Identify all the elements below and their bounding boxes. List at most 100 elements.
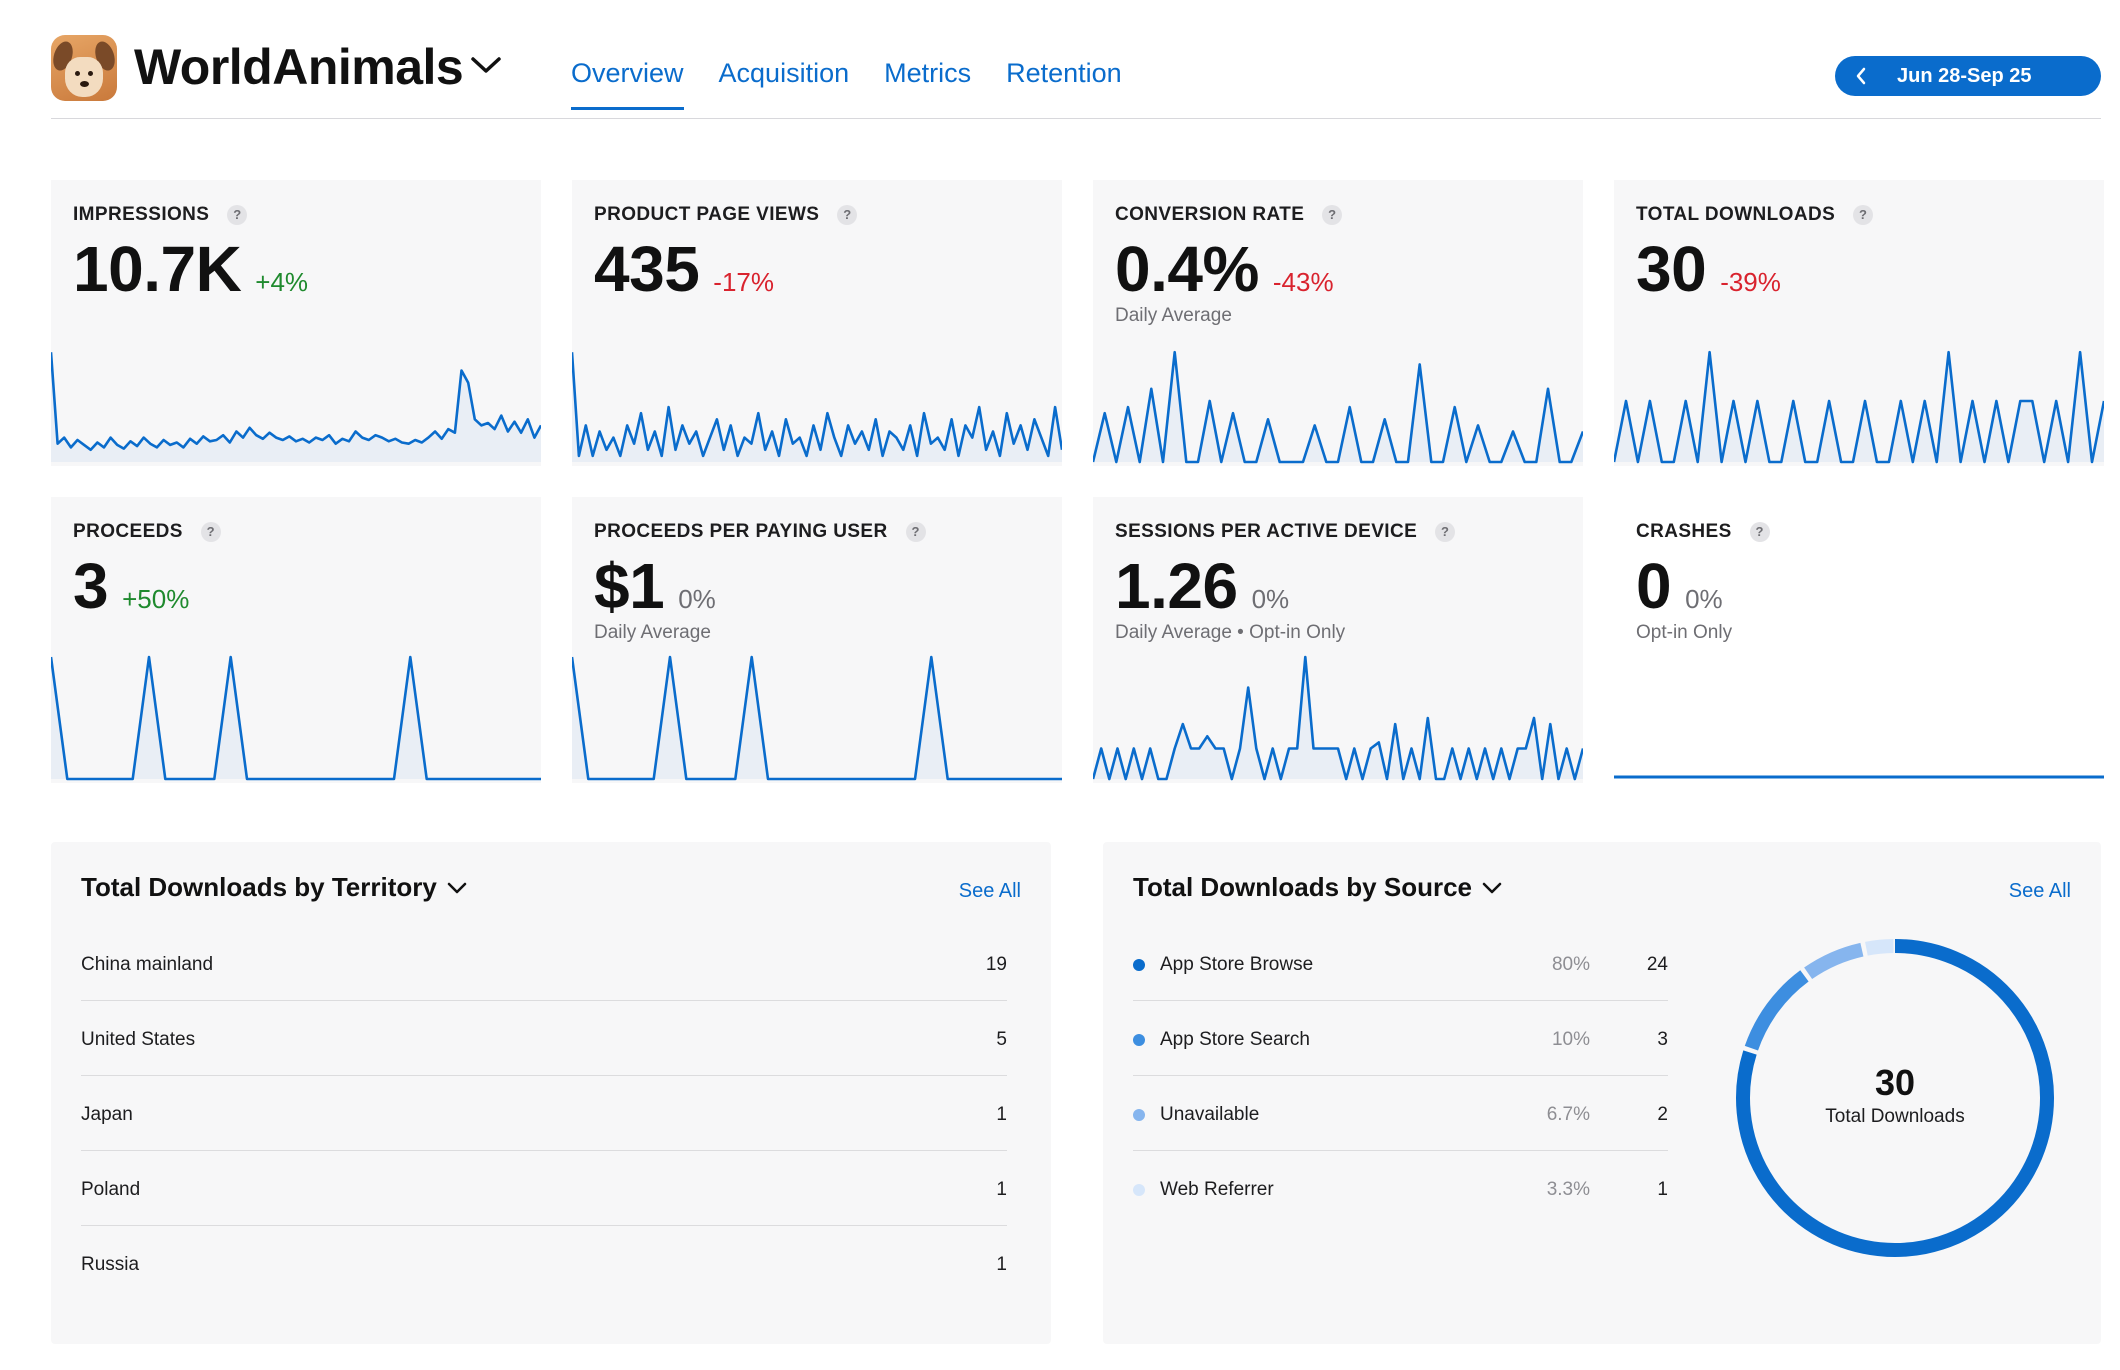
metric-value: 435 -17% xyxy=(594,233,774,305)
help-icon[interactable]: ? xyxy=(227,205,248,225)
metric-value: $1 0% xyxy=(594,550,716,622)
metric-card-proceeds-per-paying-user[interactable]: PROCEEDS PER PAYING USER? $1 0% Daily Ave… xyxy=(572,497,1062,783)
metric-subtitle: Daily Average xyxy=(1115,305,1232,326)
source-value: 1 xyxy=(1657,1179,1668,1200)
chevron-left-icon xyxy=(1856,67,1866,85)
panel-title[interactable]: Total Downloads by Source xyxy=(1133,872,1502,903)
downloads-by-source-panel: Total Downloads by Source See All App St… xyxy=(1103,842,2101,1344)
metric-title: CONVERSION RATE? xyxy=(1115,204,1343,226)
sparkline-chart xyxy=(1614,350,2104,464)
app-icon xyxy=(51,35,117,101)
chevron-down-icon xyxy=(447,882,467,893)
panel-title[interactable]: Total Downloads by Territory xyxy=(81,872,467,903)
source-name: Web Referrer xyxy=(1160,1179,1274,1200)
chevron-down-icon xyxy=(1482,882,1502,893)
source-value: 3 xyxy=(1657,1029,1668,1050)
metric-subtitle: Daily Average xyxy=(594,622,711,643)
source-name: App Store Browse xyxy=(1160,954,1314,975)
date-range-label: Jun 28-Sep 25 xyxy=(1897,65,2032,87)
list-item[interactable]: App Store Browse 80% 24 xyxy=(1133,926,1668,1001)
tab-overview[interactable]: Overview xyxy=(571,58,684,110)
metric-card-impressions[interactable]: IMPRESSIONS? 10.7K +4% xyxy=(51,180,541,466)
sparkline-area xyxy=(51,352,541,462)
territory-value: 5 xyxy=(996,1029,1007,1050)
metric-subtitle: Daily Average • Opt-in Only xyxy=(1115,622,1346,643)
territory-name: Japan xyxy=(81,1104,133,1125)
help-icon[interactable]: ? xyxy=(905,522,926,542)
metric-title: IMPRESSIONS? xyxy=(73,204,248,226)
list-item[interactable]: Japan 1 xyxy=(81,1076,1007,1151)
sparkline-area xyxy=(1093,352,1583,462)
see-all-link[interactable]: See All xyxy=(2009,880,2071,903)
territory-name: United States xyxy=(81,1029,196,1050)
metric-value: 0 0% xyxy=(1636,550,1723,622)
territory-value: 1 xyxy=(996,1254,1007,1275)
metric-change: -43% xyxy=(1272,267,1334,297)
metric-title: TOTAL DOWNLOADS? xyxy=(1636,204,1874,226)
tab-retention[interactable]: Retention xyxy=(1006,58,1122,110)
metric-card-crashes[interactable]: CRASHES? 0 0% Opt-in Only xyxy=(1614,497,2104,783)
metric-card-conversion-rate[interactable]: CONVERSION RATE? 0.4% -43% Daily Average xyxy=(1093,180,1583,466)
metric-value: 30 -39% xyxy=(1636,233,1781,305)
metric-change: -17% xyxy=(713,267,774,297)
sparkline-line xyxy=(572,352,1062,458)
territory-name: China mainland xyxy=(81,954,214,975)
donut-segment-app-store-search[interactable] xyxy=(1744,970,1809,1051)
donut-segment-web-referrer[interactable] xyxy=(1865,939,1894,956)
list-item[interactable]: Russia 1 xyxy=(81,1226,1007,1301)
tab-acquisition[interactable]: Acquisition xyxy=(719,58,850,110)
help-icon[interactable]: ? xyxy=(1853,205,1874,225)
metric-card-total-downloads[interactable]: TOTAL DOWNLOADS? 30 -39% xyxy=(1614,180,2104,466)
list-item[interactable]: App Store Search 10% 3 xyxy=(1133,1001,1668,1076)
sparkline-line xyxy=(572,655,1062,781)
metric-title: CRASHES? xyxy=(1636,521,1770,543)
metric-subtitle: Opt-in Only xyxy=(1636,622,1733,643)
legend-dot xyxy=(1133,1184,1145,1196)
sparkline-chart xyxy=(1093,655,1583,781)
metric-card-product-page-views[interactable]: PRODUCT PAGE VIEWS? 435 -17% xyxy=(572,180,1062,466)
metric-title: PROCEEDS PER PAYING USER? xyxy=(594,521,926,543)
list-item[interactable]: Poland 1 xyxy=(81,1151,1007,1226)
date-range-button[interactable]: Jun 28-Sep 25 xyxy=(1835,56,2101,96)
metric-card-sessions-per-active-device[interactable]: SESSIONS PER ACTIVE DEVICE? 1.26 0% Daily… xyxy=(1093,497,1583,783)
downloads-by-territory-panel: Total Downloads by Territory See All Chi… xyxy=(51,842,1051,1344)
nav-tabs: Overview Acquisition Metrics Retention xyxy=(571,58,1157,110)
source-value: 24 xyxy=(1646,954,1668,975)
source-name: App Store Search xyxy=(1160,1029,1310,1050)
territory-name: Poland xyxy=(81,1179,141,1200)
sparkline-line xyxy=(51,655,541,781)
metric-change: +50% xyxy=(122,584,190,614)
tab-metrics[interactable]: Metrics xyxy=(884,58,971,110)
list-item[interactable]: United States 5 xyxy=(81,1001,1007,1076)
list-item[interactable]: Unavailable 6.7% 2 xyxy=(1133,1076,1668,1151)
legend-dot xyxy=(1133,1034,1145,1046)
help-icon[interactable]: ? xyxy=(1435,522,1456,542)
sparkline-chart xyxy=(51,655,541,781)
sparkline-chart xyxy=(572,352,1062,462)
help-icon[interactable]: ? xyxy=(1749,522,1770,542)
metric-value: 10.7K +4% xyxy=(73,233,309,305)
metric-title: PROCEEDS? xyxy=(73,521,221,543)
help-icon[interactable]: ? xyxy=(1322,205,1343,225)
sparkline-area xyxy=(51,657,541,779)
source-percent: 3.3% xyxy=(1546,1179,1590,1200)
sparkline-chart xyxy=(1614,775,2104,779)
source-name: Unavailable xyxy=(1160,1104,1260,1125)
metric-change: 0% xyxy=(1251,584,1290,614)
list-item[interactable]: China mainland 19 xyxy=(81,926,1007,1001)
metric-card-proceeds[interactable]: PROCEEDS? 3 +50% xyxy=(51,497,541,783)
donut-total: 30 xyxy=(1874,1062,1916,1103)
app-switcher-chevron-icon[interactable] xyxy=(469,54,503,76)
metric-change: -39% xyxy=(1720,267,1781,297)
sparkline-chart xyxy=(1093,350,1583,464)
donut-center: 30 Total Downloads xyxy=(1734,1062,2056,1128)
list-item[interactable]: Web Referrer 3.3% 1 xyxy=(1133,1151,1668,1226)
metric-title: SESSIONS PER ACTIVE DEVICE? xyxy=(1115,521,1456,543)
see-all-link[interactable]: See All xyxy=(959,880,1021,903)
metric-value: 3 +50% xyxy=(73,550,190,622)
donut-segment-unavailable[interactable] xyxy=(1804,942,1864,980)
help-icon[interactable]: ? xyxy=(200,522,221,542)
app-name[interactable]: WorldAnimals xyxy=(134,38,464,96)
help-icon[interactable]: ? xyxy=(837,205,858,225)
metric-title: PRODUCT PAGE VIEWS? xyxy=(594,204,858,226)
